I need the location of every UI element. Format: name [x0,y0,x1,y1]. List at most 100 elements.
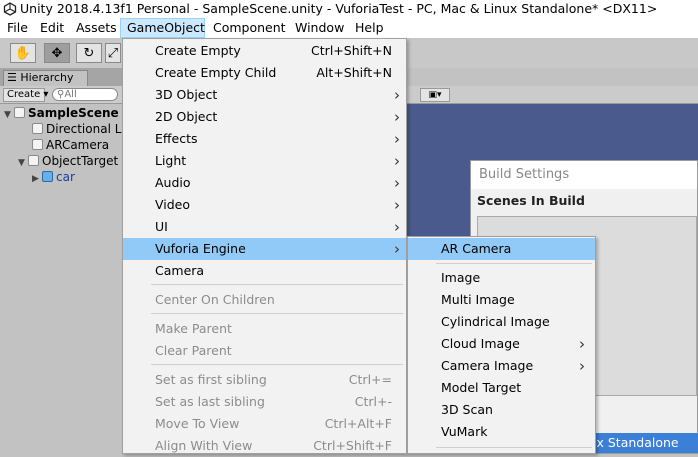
menu-item-create-empty[interactable]: Create Empty Ctrl+Shift+N [123,40,406,62]
hierarchy-tab-label: Hierarchy [20,71,74,84]
menu-item-set-as-first-sibling: Set as first sibling Ctrl+= [123,369,406,391]
menu-separator [436,263,592,264]
hierarchy-item-label: car [56,170,75,184]
create-button[interactable]: Create ▾ [3,88,48,102]
expand-arrow-icon[interactable]: ▼ [4,107,14,123]
menu-item-label: Video [155,197,191,212]
hierarchy-item-arcamera[interactable]: ARCamera [32,137,109,153]
rotate-icon: ↻ [83,45,95,61]
hierarchy-item-objecttarget[interactable]: ▼ ObjectTarget [18,153,118,169]
menu-item-cylindrical-image[interactable]: Cylindrical Image [408,311,595,333]
menu-item-vumark[interactable]: VuMark [408,421,595,443]
image-icon: ▣▾ [428,90,442,100]
menu-item-label: Move To View [155,416,240,431]
scene-gizmo-dropdown[interactable]: ▣▾ [420,88,450,102]
menu-item-cloud-image[interactable]: Cloud Image › [408,333,595,355]
menu-assets[interactable]: Assets [76,18,117,38]
submenu-arrow-icon: › [394,174,400,192]
menu-item-ui[interactable]: UI › [123,216,406,238]
build-settings-titlebar[interactable]: Build Settings [471,161,697,189]
hierarchy-item-samplescene[interactable]: ▼ SampleScene [4,105,119,121]
menu-item-make-parent: Make Parent [123,318,406,340]
hierarchy-list: ▼ SampleScene Directional Light ARCamera … [0,104,145,454]
menu-file[interactable]: File [7,18,28,38]
menu-separator [151,364,403,365]
collapse-arrow-icon[interactable]: ▶ [32,171,42,187]
menu-item-2d-object[interactable]: 2D Object › [123,106,406,128]
menu-item-clear-parent: Clear Parent [123,340,406,362]
menu-item-label: Cylindrical Image [441,314,550,329]
submenu-arrow-icon: › [394,108,400,126]
menu-item-image[interactable]: Image [408,267,595,289]
menu-separator [151,313,403,314]
menu-item-label: Vuforia Engine [155,241,246,256]
menu-item-label: Camera Image [441,358,534,373]
menu-item-label: Create Empty Child [155,65,277,80]
menu-item-label: Center On Children [155,292,275,307]
window-title: Unity 2018.4.13f1 Personal - SampleScene… [20,1,658,16]
menu-separator [151,284,403,285]
menu-item-move-to-view: Move To View Ctrl+Alt+F [123,413,406,435]
menu-item-label: Multi Image [441,292,515,307]
create-label: Create [7,89,41,100]
menu-gameobject[interactable]: GameObject [120,18,205,38]
menu-item-video[interactable]: Video › [123,194,406,216]
menu-item-label: 3D Scan [441,402,493,417]
menu-item-ar-camera[interactable]: AR Camera [408,238,595,260]
menu-item-multi-image[interactable]: Multi Image [408,289,595,311]
menu-window[interactable]: Window [295,18,344,38]
menu-item-camera[interactable]: Camera [123,260,406,282]
rotate-tool-button[interactable]: ↻ [76,43,102,63]
menu-item-shortcut: Ctrl+= [348,372,392,387]
menu-help[interactable]: Help [355,18,384,38]
build-settings-title: Build Settings [479,167,570,182]
menu-item-audio[interactable]: Audio › [123,172,406,194]
menu-item-camera-image[interactable]: Camera Image › [408,355,595,377]
search-placeholder: All [64,89,77,100]
menu-component[interactable]: Component [213,18,286,38]
hand-tool-button[interactable]: ✋ [10,43,36,63]
menu-item-label: 3D Object [155,87,218,102]
platform-label: PC, Mac & Linux Standalone [595,435,679,450]
menu-item-vuforia-engine[interactable]: Vuforia Engine › [123,238,406,260]
menu-item-label: Cloud Image [441,336,520,351]
hierarchy-search-input[interactable]: ⚲All [52,88,118,101]
gameobject-icon [28,155,39,166]
menu-item-center-on-children: Center On Children [123,289,406,311]
menu-edit[interactable]: Edit [40,18,64,38]
menu-item-model-target[interactable]: Model Target [408,377,595,399]
menu-bar: File Edit Assets GameObject Component Wi… [0,18,698,38]
menu-item-label: Light [155,153,187,168]
submenu-arrow-icon: › [394,240,400,258]
menu-item-shortcut: Ctrl+Shift+N [311,43,392,58]
menu-item-set-as-last-sibling: Set as last sibling Ctrl+- [123,391,406,413]
menu-item-label: AR Camera [441,241,512,256]
gameobject-icon [32,123,43,134]
menu-item-3d-object[interactable]: 3D Object › [123,84,406,106]
scale-tool-button[interactable]: ⤢ [105,43,121,63]
hierarchy-item-label: ObjectTarget [42,154,119,168]
scale-icon: ⤢ [107,45,119,61]
hand-icon: ✋ [14,45,32,61]
menu-item-label: Image [441,270,481,285]
menu-item-light[interactable]: Light › [123,150,406,172]
gameobject-icon [32,139,43,150]
tab-hierarchy[interactable]: ☰ Hierarchy [3,70,88,86]
expand-arrow-icon[interactable]: ▼ [18,155,28,171]
submenu-arrow-icon: › [394,86,400,104]
hierarchy-item-car[interactable]: ▶ car [32,169,75,185]
menu-item-effects[interactable]: Effects › [123,128,406,150]
submenu-arrow-icon: › [394,152,400,170]
menu-item-shortcut: Alt+Shift+N [316,65,392,80]
platform-selected-item[interactable]: PC, Mac & Linux Standalone [595,433,698,453]
submenu-arrow-icon: › [394,196,400,214]
menu-item-shortcut: Ctrl+- [354,394,392,409]
menu-item-create-empty-child[interactable]: Create Empty Child Alt+Shift+N [123,62,406,84]
menu-item-label: Camera [155,263,205,278]
menu-item-label: Effects [155,131,198,146]
menu-item-label: 2D Object [155,109,218,124]
vuforia-engine-submenu: AR Camera Image Multi Image Cylindrical Ima… [407,236,596,454]
menu-item-label: Model Target [441,380,522,395]
menu-item-3d-scan[interactable]: 3D Scan [408,399,595,421]
move-tool-button[interactable]: ✥ [44,43,70,63]
